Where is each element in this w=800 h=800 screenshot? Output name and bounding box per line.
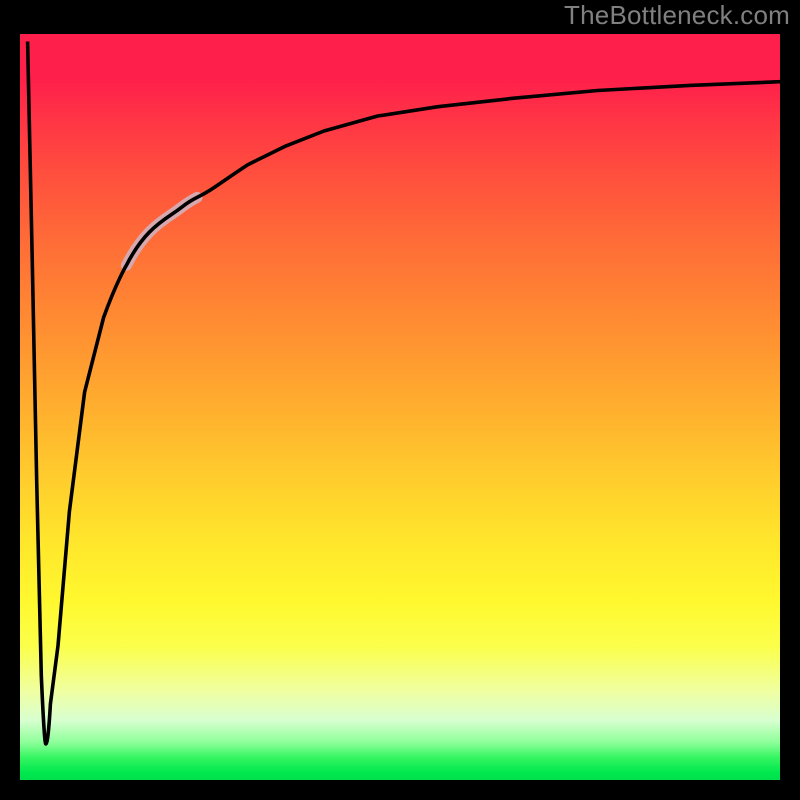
chart-frame: TheBottleneck.com — [0, 0, 800, 800]
curve-main — [28, 42, 780, 745]
curve-highlight — [126, 197, 197, 265]
watermark-text: TheBottleneck.com — [564, 0, 790, 31]
bottleneck-curve — [20, 34, 780, 780]
